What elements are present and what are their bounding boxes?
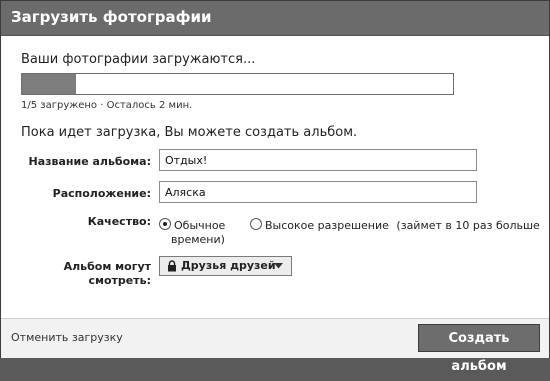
cancel-upload-link[interactable]: Отменить загрузку — [11, 331, 123, 344]
privacy-label-line1: Альбом могут — [63, 260, 151, 273]
create-album-hint: Пока идет загрузка, Вы можете создать ал… — [21, 125, 358, 140]
quality-high-note-continued: времени) — [171, 233, 225, 246]
dialog-footer: Отменить загрузку Создать альбом — [1, 318, 549, 374]
upload-status-text: Ваши фотографии загружаются... — [21, 52, 256, 67]
quality-high-option[interactable]: Высокое разрешение (займет в 10 раз боль… — [250, 218, 540, 232]
quality-high-label: Высокое разрешение — [265, 219, 389, 232]
quality-normal-option[interactable]: Обычное — [159, 218, 225, 232]
dialog-title-bar: Загрузить фотографии — [1, 1, 549, 36]
quality-high-radio[interactable] — [250, 218, 262, 230]
dialog-title: Загрузить фотографии — [11, 8, 212, 26]
privacy-label-line2: смотреть: — [88, 274, 151, 287]
upload-photos-dialog: Загрузить фотографии Ваши фотографии заг… — [0, 0, 550, 374]
location-input[interactable] — [159, 181, 477, 203]
quality-high-note: (займет в 10 раз больше — [396, 219, 540, 232]
create-album-button[interactable]: Создать альбом — [418, 324, 540, 374]
lock-icon — [168, 260, 176, 272]
quality-normal-label: Обычное — [174, 219, 226, 232]
quality-label: Качество: — [87, 215, 151, 228]
album-name-label: Название альбома: — [28, 155, 152, 168]
quality-normal-radio[interactable] — [159, 218, 171, 230]
privacy-dropdown[interactable]: Друзья друзей — [159, 256, 292, 276]
album-name-input[interactable] — [159, 149, 477, 171]
location-label: Расположение: — [52, 187, 151, 200]
caret-down-icon — [274, 263, 283, 269]
upload-progress-bar — [21, 73, 454, 95]
upload-progress-text: 1/5 загружено · Осталось 2 мин. — [21, 100, 193, 111]
privacy-value: Друзья друзей — [181, 259, 276, 272]
upload-progress-fill — [22, 74, 76, 94]
